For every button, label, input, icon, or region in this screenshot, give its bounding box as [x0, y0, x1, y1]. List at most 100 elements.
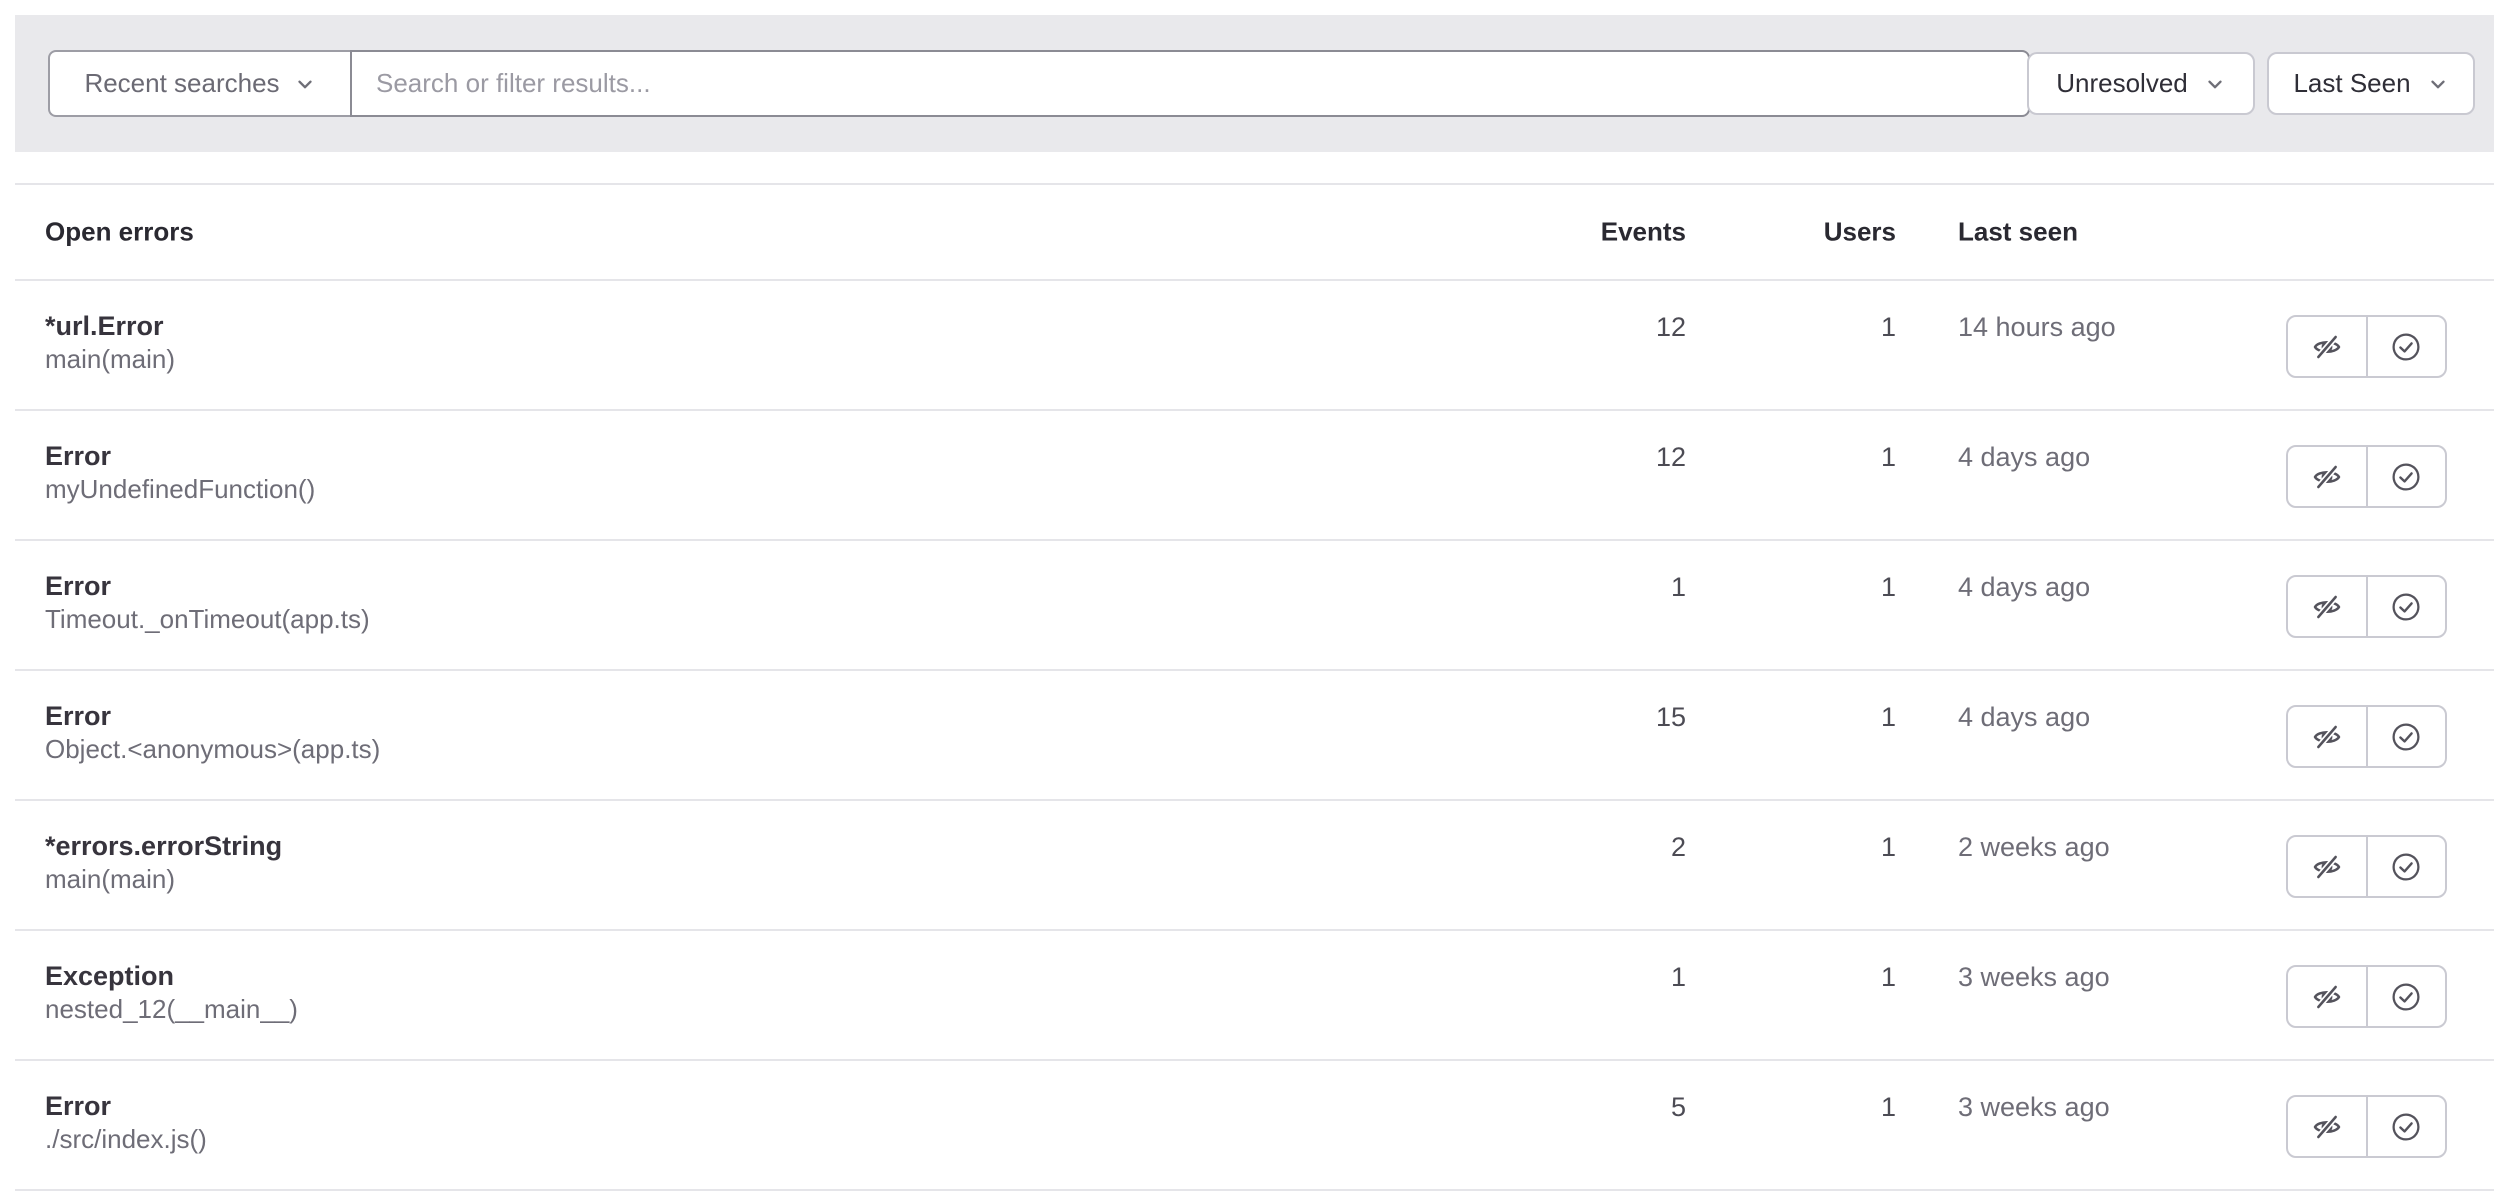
resolve-button[interactable] — [2368, 317, 2446, 376]
row-actions — [2286, 965, 2447, 1028]
error-culprit: myUndefinedFunction() — [45, 473, 315, 506]
error-cell: *errors.errorString main(main) — [45, 829, 282, 896]
users-count: 1 — [1881, 442, 1896, 473]
error-title[interactable]: Error — [45, 439, 315, 473]
chevron-down-icon — [2427, 73, 2449, 95]
row-actions — [2286, 1095, 2447, 1158]
ignore-button[interactable] — [2288, 837, 2368, 896]
error-title[interactable]: Error — [45, 699, 380, 733]
column-header-users: Users — [1824, 217, 1896, 248]
last-seen-value: 4 days ago — [1958, 442, 2090, 473]
ignore-button[interactable] — [2288, 577, 2368, 636]
last-seen-value: 2 weeks ago — [1958, 832, 2110, 863]
row-actions — [2286, 575, 2447, 638]
eye-slash-icon — [2311, 721, 2343, 753]
table-row: Error Timeout._onTimeout(app.ts) 1 1 4 d… — [15, 541, 2494, 671]
resolve-button[interactable] — [2368, 1097, 2446, 1156]
ignore-button[interactable] — [2288, 317, 2368, 376]
recent-searches-dropdown[interactable]: Recent searches — [48, 50, 350, 117]
table-row: Error ./src/index.js() 5 1 3 weeks ago — [15, 1061, 2494, 1191]
issues-table: Open errors Events Users Last seen *url.… — [15, 183, 2494, 1191]
recent-searches-label: Recent searches — [84, 68, 279, 99]
users-count: 1 — [1881, 572, 1896, 603]
eye-slash-icon — [2311, 591, 2343, 623]
error-culprit: Timeout._onTimeout(app.ts) — [45, 603, 370, 636]
sort-label: Last Seen — [2293, 68, 2410, 99]
users-count: 1 — [1881, 702, 1896, 733]
users-count: 1 — [1881, 312, 1896, 343]
events-count: 5 — [1671, 1092, 1686, 1123]
last-seen-value: 14 hours ago — [1958, 312, 2116, 343]
check-circle-icon — [2390, 591, 2422, 623]
last-seen-value: 3 weeks ago — [1958, 962, 2110, 993]
check-circle-icon — [2390, 461, 2422, 493]
last-seen-value: 4 days ago — [1958, 572, 2090, 603]
error-cell: Error myUndefinedFunction() — [45, 439, 315, 506]
events-count: 2 — [1671, 832, 1686, 863]
resolve-button[interactable] — [2368, 967, 2446, 1026]
table-row: Exception nested_12(__main__) 1 1 3 week… — [15, 931, 2494, 1061]
row-actions — [2286, 445, 2447, 508]
chevron-down-icon — [2204, 73, 2226, 95]
resolve-button[interactable] — [2368, 577, 2446, 636]
check-circle-icon — [2390, 851, 2422, 883]
table-row: Error Object.<anonymous>(app.ts) 15 1 4 … — [15, 671, 2494, 801]
error-culprit: ./src/index.js() — [45, 1123, 207, 1156]
column-header-events: Events — [1601, 217, 1686, 248]
column-header-last-seen: Last seen — [1958, 217, 2078, 248]
error-title[interactable]: Error — [45, 569, 370, 603]
status-filter-dropdown[interactable]: Unresolved — [2027, 52, 2255, 115]
error-cell: Error Timeout._onTimeout(app.ts) — [45, 569, 370, 636]
row-actions — [2286, 705, 2447, 768]
ignore-button[interactable] — [2288, 967, 2368, 1026]
error-title[interactable]: Exception — [45, 959, 298, 993]
column-header-open-errors: Open errors — [45, 217, 194, 248]
users-count: 1 — [1881, 832, 1896, 863]
chevron-down-icon — [294, 73, 316, 95]
status-filter-label: Unresolved — [2056, 68, 2188, 99]
ignore-button[interactable] — [2288, 1097, 2368, 1156]
table-row: *errors.errorString main(main) 2 1 2 wee… — [15, 801, 2494, 931]
events-count: 12 — [1656, 442, 1686, 473]
error-culprit: Object.<anonymous>(app.ts) — [45, 733, 380, 766]
row-actions — [2286, 835, 2447, 898]
ignore-button[interactable] — [2288, 447, 2368, 506]
resolve-button[interactable] — [2368, 837, 2446, 896]
search-toolbar: Recent searches Unresolved Last Seen — [15, 15, 2494, 152]
events-count: 1 — [1671, 572, 1686, 603]
error-title[interactable]: *url.Error — [45, 309, 175, 343]
error-cell: Error Object.<anonymous>(app.ts) — [45, 699, 380, 766]
table-header: Open errors Events Users Last seen — [15, 183, 2494, 281]
error-culprit: main(main) — [45, 863, 282, 896]
check-circle-icon — [2390, 721, 2422, 753]
eye-slash-icon — [2311, 981, 2343, 1013]
error-title[interactable]: Error — [45, 1089, 207, 1123]
resolve-button[interactable] — [2368, 707, 2446, 766]
resolve-button[interactable] — [2368, 447, 2446, 506]
events-count: 12 — [1656, 312, 1686, 343]
search-input[interactable] — [350, 50, 2030, 117]
error-cell: *url.Error main(main) — [45, 309, 175, 376]
eye-slash-icon — [2311, 851, 2343, 883]
events-count: 15 — [1656, 702, 1686, 733]
table-row: *url.Error main(main) 12 1 14 hours ago — [15, 281, 2494, 411]
users-count: 1 — [1881, 1092, 1896, 1123]
last-seen-value: 4 days ago — [1958, 702, 2090, 733]
last-seen-value: 3 weeks ago — [1958, 1092, 2110, 1123]
check-circle-icon — [2390, 331, 2422, 363]
check-circle-icon — [2390, 1111, 2422, 1143]
events-count: 1 — [1671, 962, 1686, 993]
error-title[interactable]: *errors.errorString — [45, 829, 282, 863]
ignore-button[interactable] — [2288, 707, 2368, 766]
issues-page: Recent searches Unresolved Last Seen Ope… — [0, 0, 2494, 1202]
error-culprit: nested_12(__main__) — [45, 993, 298, 1026]
row-actions — [2286, 315, 2447, 378]
error-culprit: main(main) — [45, 343, 175, 376]
table-row: Error myUndefinedFunction() 12 1 4 days … — [15, 411, 2494, 541]
sort-dropdown[interactable]: Last Seen — [2267, 52, 2475, 115]
eye-slash-icon — [2311, 331, 2343, 363]
error-cell: Exception nested_12(__main__) — [45, 959, 298, 1026]
eye-slash-icon — [2311, 461, 2343, 493]
check-circle-icon — [2390, 981, 2422, 1013]
eye-slash-icon — [2311, 1111, 2343, 1143]
